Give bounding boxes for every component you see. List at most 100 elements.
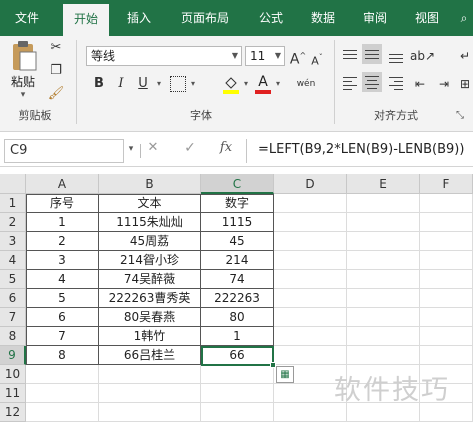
cell-a2[interactable]: 1 xyxy=(26,213,99,232)
row-header-11[interactable]: 11 xyxy=(0,384,26,403)
cell-b8[interactable]: 1韩竹 xyxy=(99,327,201,346)
cell-d8[interactable] xyxy=(274,327,347,346)
tab-home[interactable]: 开始 xyxy=(63,4,109,36)
cell-d1[interactable] xyxy=(274,194,347,213)
indent-icon[interactable]: ⇤ xyxy=(410,74,430,94)
paste-icon[interactable] xyxy=(8,40,38,72)
cell-c5[interactable]: 74 xyxy=(201,270,274,289)
underline-dropdown-icon[interactable]: ▾ xyxy=(154,74,164,94)
cell-e4[interactable] xyxy=(347,251,420,270)
name-box[interactable]: C9 xyxy=(4,139,124,163)
cell-a12[interactable] xyxy=(26,403,99,422)
cell-a11[interactable] xyxy=(26,384,99,403)
formula-input[interactable]: =LEFT(B9,2*LEN(B9)-LENB(B9)) xyxy=(252,139,473,163)
row-header-5[interactable]: 5 xyxy=(0,270,26,289)
font-name-select[interactable]: 等线 ▼ xyxy=(86,46,242,66)
cell-b2[interactable]: 1115朱灿灿 xyxy=(99,213,201,232)
copy-icon[interactable]: ❐ xyxy=(46,61,66,81)
tab-formulas[interactable]: 公式 xyxy=(252,0,290,36)
wrap-text-icon[interactable]: ↵ xyxy=(458,46,472,66)
cell-a5[interactable]: 4 xyxy=(26,270,99,289)
fill-color-dropdown-icon[interactable]: ▾ xyxy=(241,74,251,94)
outdent-icon[interactable]: ⇥ xyxy=(434,74,454,94)
cell-c10[interactable] xyxy=(201,365,274,384)
align-middle-icon[interactable] xyxy=(362,44,382,64)
align-right-icon[interactable] xyxy=(386,74,406,94)
paste-button-label[interactable]: 粘贴 xyxy=(6,73,40,89)
row-header-6[interactable]: 6 xyxy=(0,289,26,308)
cell-e9[interactable] xyxy=(347,346,420,365)
cell-c2[interactable]: 1115 xyxy=(201,213,274,232)
align-center-icon[interactable] xyxy=(362,72,382,92)
cell-f4[interactable] xyxy=(420,251,473,270)
row-header-12[interactable]: 12 xyxy=(0,403,26,422)
tab-data[interactable]: 数据 xyxy=(304,0,342,36)
select-all-corner[interactable] xyxy=(0,174,26,194)
enter-formula-icon[interactable]: ✓ xyxy=(180,140,200,160)
cell-f6[interactable] xyxy=(420,289,473,308)
bold-button[interactable]: B xyxy=(90,74,108,94)
cell-e3[interactable] xyxy=(347,232,420,251)
cell-c3[interactable]: 45 xyxy=(201,232,274,251)
row-header-9[interactable]: 9 xyxy=(0,346,26,365)
cell-c6[interactable]: 222263 xyxy=(201,289,274,308)
italic-button[interactable]: I xyxy=(112,74,130,94)
cancel-formula-icon[interactable]: ✕ xyxy=(143,140,163,160)
cell-f3[interactable] xyxy=(420,232,473,251)
cell-c1[interactable]: 数字 xyxy=(201,194,274,213)
cell-f2[interactable] xyxy=(420,213,473,232)
tab-review[interactable]: 审阅 xyxy=(356,0,394,36)
tab-file[interactable]: 文件 xyxy=(4,0,50,36)
cell-c12[interactable] xyxy=(201,403,274,422)
cell-f7[interactable] xyxy=(420,308,473,327)
insert-function-icon[interactable]: fx xyxy=(214,140,238,160)
cell-a4[interactable]: 3 xyxy=(26,251,99,270)
cell-d2[interactable] xyxy=(274,213,347,232)
cell-b5[interactable]: 74吴醉薇 xyxy=(99,270,201,289)
column-header-b[interactable]: B xyxy=(99,174,201,194)
font-color-icon[interactable]: A xyxy=(254,74,272,94)
row-header-3[interactable]: 3 xyxy=(0,232,26,251)
cell-a1[interactable]: 序号 xyxy=(26,194,99,213)
cell-b3[interactable]: 45周荔 xyxy=(99,232,201,251)
cell-c8[interactable]: 1 xyxy=(201,327,274,346)
increase-font-size-icon[interactable]: A^ xyxy=(289,46,307,68)
decrease-font-size-icon[interactable]: Aˇ xyxy=(308,48,326,68)
cell-a3[interactable]: 2 xyxy=(26,232,99,251)
font-color-dropdown-icon[interactable]: ▾ xyxy=(273,74,283,94)
tab-more[interactable]: ⌕ xyxy=(455,0,473,36)
tab-view[interactable]: 视图 xyxy=(408,0,446,36)
underline-button[interactable]: U xyxy=(134,74,152,94)
align-bottom-icon[interactable] xyxy=(386,46,406,66)
column-header-c[interactable]: C xyxy=(201,174,274,194)
cell-b12[interactable] xyxy=(99,403,201,422)
row-header-10[interactable]: 10 xyxy=(0,365,26,384)
cell-d3[interactable] xyxy=(274,232,347,251)
cell-d7[interactable] xyxy=(274,308,347,327)
paste-dropdown-icon[interactable]: ▾ xyxy=(16,90,30,102)
row-header-2[interactable]: 2 xyxy=(0,213,26,232)
cell-a7[interactable]: 6 xyxy=(26,308,99,327)
cell-f8[interactable] xyxy=(420,327,473,346)
cell-a9[interactable]: 8 xyxy=(26,346,99,365)
cell-f5[interactable] xyxy=(420,270,473,289)
cell-c11[interactable] xyxy=(201,384,274,403)
cell-e5[interactable] xyxy=(347,270,420,289)
cell-c4[interactable]: 214 xyxy=(201,251,274,270)
column-header-a[interactable]: A xyxy=(26,174,99,194)
font-size-select[interactable]: 11 ▼ xyxy=(245,46,285,66)
cell-e6[interactable] xyxy=(347,289,420,308)
cell-d9[interactable] xyxy=(274,346,347,365)
cell-b11[interactable] xyxy=(99,384,201,403)
borders-icon[interactable] xyxy=(170,76,186,92)
align-top-icon[interactable] xyxy=(340,46,360,66)
cell-b9[interactable]: 66吕桂兰 xyxy=(99,346,201,365)
cell-a8[interactable]: 7 xyxy=(26,327,99,346)
row-header-7[interactable]: 7 xyxy=(0,308,26,327)
phonetic-guide-icon[interactable]: wén xyxy=(294,74,318,94)
column-header-e[interactable]: E xyxy=(347,174,420,194)
fill-color-icon[interactable] xyxy=(222,74,240,94)
format-painter-icon[interactable]: 🖌 xyxy=(46,84,66,104)
cell-d4[interactable] xyxy=(274,251,347,270)
cell-c7[interactable]: 80 xyxy=(201,308,274,327)
